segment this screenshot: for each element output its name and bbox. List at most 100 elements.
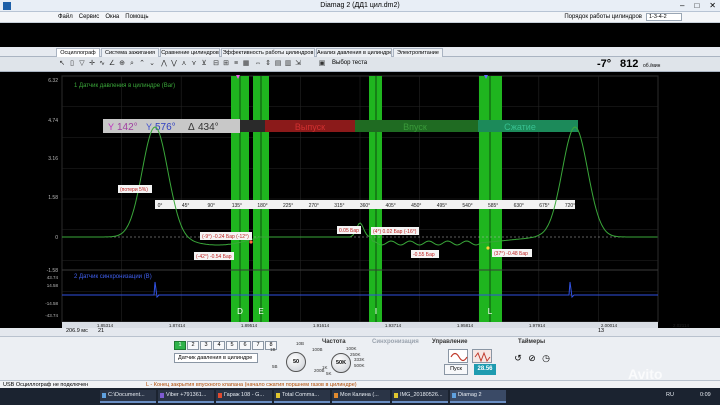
title-bar: Diamag 2 (ДД1 цил.dm2) – □ ✕	[0, 0, 720, 12]
time-scrollbar[interactable]: 206.9 мс 21 13	[0, 328, 720, 336]
phase-intake-label: Впуск	[403, 122, 427, 132]
marker-d: D	[237, 307, 243, 316]
channel-button-4[interactable]: 4	[213, 341, 225, 350]
firing-order-select[interactable]: 1-3-4-2	[646, 13, 682, 21]
tab-oscilloscope[interactable]: Осциллограф	[56, 48, 100, 57]
tab-cylinder-compare[interactable]: Сравнение цилиндров	[160, 48, 220, 57]
sine-icon	[450, 352, 468, 362]
freq-scale-4: 500K	[354, 363, 365, 368]
marker-icon[interactable]: ▽	[78, 59, 86, 69]
task-label: Total Comma...	[282, 392, 319, 398]
channel-button-5[interactable]: 5	[226, 341, 238, 350]
search-icon[interactable]: ⌕	[128, 59, 136, 69]
tab-pressure-analysis[interactable]: Анализ давления в цилиндре	[316, 48, 392, 57]
channel-button-2[interactable]: 2	[187, 341, 199, 350]
degree-tick-label: 270°	[309, 203, 319, 209]
task-documents[interactable]: C:\Document...	[100, 390, 156, 403]
page-right-readout[interactable]: 13	[598, 328, 604, 334]
channel-button-3[interactable]: 3	[200, 341, 212, 350]
channel2-label: 2 Датчик синхронизации (B)	[74, 274, 152, 280]
record-mode-button[interactable]	[472, 349, 492, 363]
browser-icon	[334, 393, 338, 398]
oscilloscope-svg[interactable]: Выпуск Впуск Сжатие Y 142° Y 576° Δ 434°…	[0, 72, 720, 328]
start-button[interactable]: Пуск	[444, 364, 468, 375]
peak-icon[interactable]: ⋏	[180, 59, 188, 69]
diamag-icon	[452, 393, 456, 398]
test-select-icon[interactable]: ▣	[318, 59, 326, 69]
task-kalina[interactable]: Моя Калина (...	[332, 390, 390, 403]
task-label: Viber +791361...	[166, 392, 207, 398]
export-icon[interactable]: ⇲	[294, 59, 302, 69]
y-tick-label: 1.58	[48, 195, 58, 201]
channel-button-7[interactable]: 7	[252, 341, 264, 350]
minimize-icon[interactable]: –	[680, 1, 684, 10]
annotation-4: (4°) 0.02 Бар (-16°)	[373, 229, 417, 235]
chart-icon[interactable]: ▥	[284, 59, 292, 69]
task-browser[interactable]: Гараж 108 - G...	[216, 390, 272, 403]
degree-tick-label: 135°	[232, 203, 242, 209]
language-indicator[interactable]: RU	[666, 392, 674, 398]
range-knob[interactable]: 50	[286, 352, 306, 372]
cursor-a-icon[interactable]: ⋀	[160, 59, 168, 69]
task-total-commander[interactable]: Total Comma...	[274, 390, 330, 403]
timer-reset-icon[interactable]: ↺	[512, 351, 524, 365]
grid-icon[interactable]: ⊞	[222, 59, 230, 69]
pointer-icon[interactable]: ↖	[58, 59, 66, 69]
tab-power-supply[interactable]: Электропитание	[393, 48, 443, 57]
shrink-icon[interactable]: ⇕	[264, 59, 272, 69]
y2-tick-label: -43.74	[45, 313, 58, 318]
status-hint: L - Конец закрытия впускного клапана (на…	[146, 381, 357, 388]
menu-windows[interactable]: Окна	[105, 14, 119, 20]
page-readout[interactable]: 21	[98, 328, 104, 334]
timer-clock-icon[interactable]: ◷	[540, 351, 552, 365]
delta-icon: Δ	[188, 122, 195, 133]
wave-up-icon[interactable]: ⌃	[138, 59, 146, 69]
y-tick-label: 0	[55, 235, 58, 241]
degree-tick-label: 315°	[334, 203, 344, 209]
test-select-button[interactable]: Выбор теста	[332, 60, 367, 66]
menu-help[interactable]: Помощь	[125, 14, 148, 20]
frequency-knob[interactable]: 50K	[331, 353, 351, 373]
menu-service[interactable]: Сервис	[79, 14, 100, 20]
expand-icon[interactable]: ⇔	[254, 59, 262, 69]
measure-icon[interactable]: ▯	[68, 59, 76, 69]
layout-icon[interactable]: ▤	[274, 59, 282, 69]
oscilloscope-display[interactable]: Выпуск Впуск Сжатие Y 142° Y 576° Δ 434°…	[0, 72, 720, 328]
wave-down-icon[interactable]: ⌄	[148, 59, 156, 69]
range-scale-3: 100В	[312, 347, 323, 352]
task-label: Гараж 108 - G...	[224, 392, 264, 398]
wave-mode-button[interactable]	[448, 349, 468, 363]
list-icon[interactable]: ≡	[232, 59, 240, 69]
table-icon[interactable]: ▦	[242, 59, 250, 69]
freq-scale-6: 5K	[326, 371, 332, 376]
task-image[interactable]: IMG_20180526...	[392, 390, 448, 403]
task-viber[interactable]: Viber +791361...	[158, 390, 214, 403]
filter-icon[interactable]: ⊻	[200, 59, 208, 69]
sensor-select[interactable]: Датчик давления в цилиндре	[174, 353, 258, 363]
angle-a: 142°	[117, 122, 138, 133]
timer-stop-icon[interactable]: ⊘	[526, 351, 538, 365]
degree-tick-label: 225°	[283, 203, 293, 209]
channel-button-6[interactable]: 6	[239, 341, 251, 350]
degree-tick-label: 540°	[462, 203, 472, 209]
degree-tick-label: 630°	[514, 203, 524, 209]
valley-icon[interactable]: ⋎	[190, 59, 198, 69]
task-diamag[interactable]: Diamag 2	[450, 390, 506, 403]
split-icon[interactable]: ⊟	[212, 59, 220, 69]
degree-tick-label: 675°	[539, 203, 549, 209]
trace-icon[interactable]: ∿	[98, 59, 106, 69]
maximize-icon[interactable]: □	[694, 1, 699, 10]
y-tick-label: 6.32	[48, 78, 58, 84]
channel-button-1[interactable]: 1	[174, 341, 186, 350]
tab-cylinder-efficiency[interactable]: Эффективность работы цилиндров	[221, 48, 315, 57]
angle-icon[interactable]: ∠	[108, 59, 116, 69]
zoom-readout[interactable]: 206.9 мс	[66, 328, 88, 334]
crosshair-icon[interactable]: ✛	[88, 59, 96, 69]
close-icon[interactable]: ✕	[709, 1, 716, 10]
degree-tick-label: 180°	[257, 203, 267, 209]
menu-file[interactable]: Файл	[58, 14, 73, 20]
tab-ignition[interactable]: Система зажигания	[101, 48, 159, 57]
cursor-b-icon[interactable]: ⋁	[170, 59, 178, 69]
zoom-icon[interactable]: ⊕	[118, 59, 126, 69]
taskbar: C:\Document... Viber +791361... Гараж 10…	[0, 388, 720, 405]
